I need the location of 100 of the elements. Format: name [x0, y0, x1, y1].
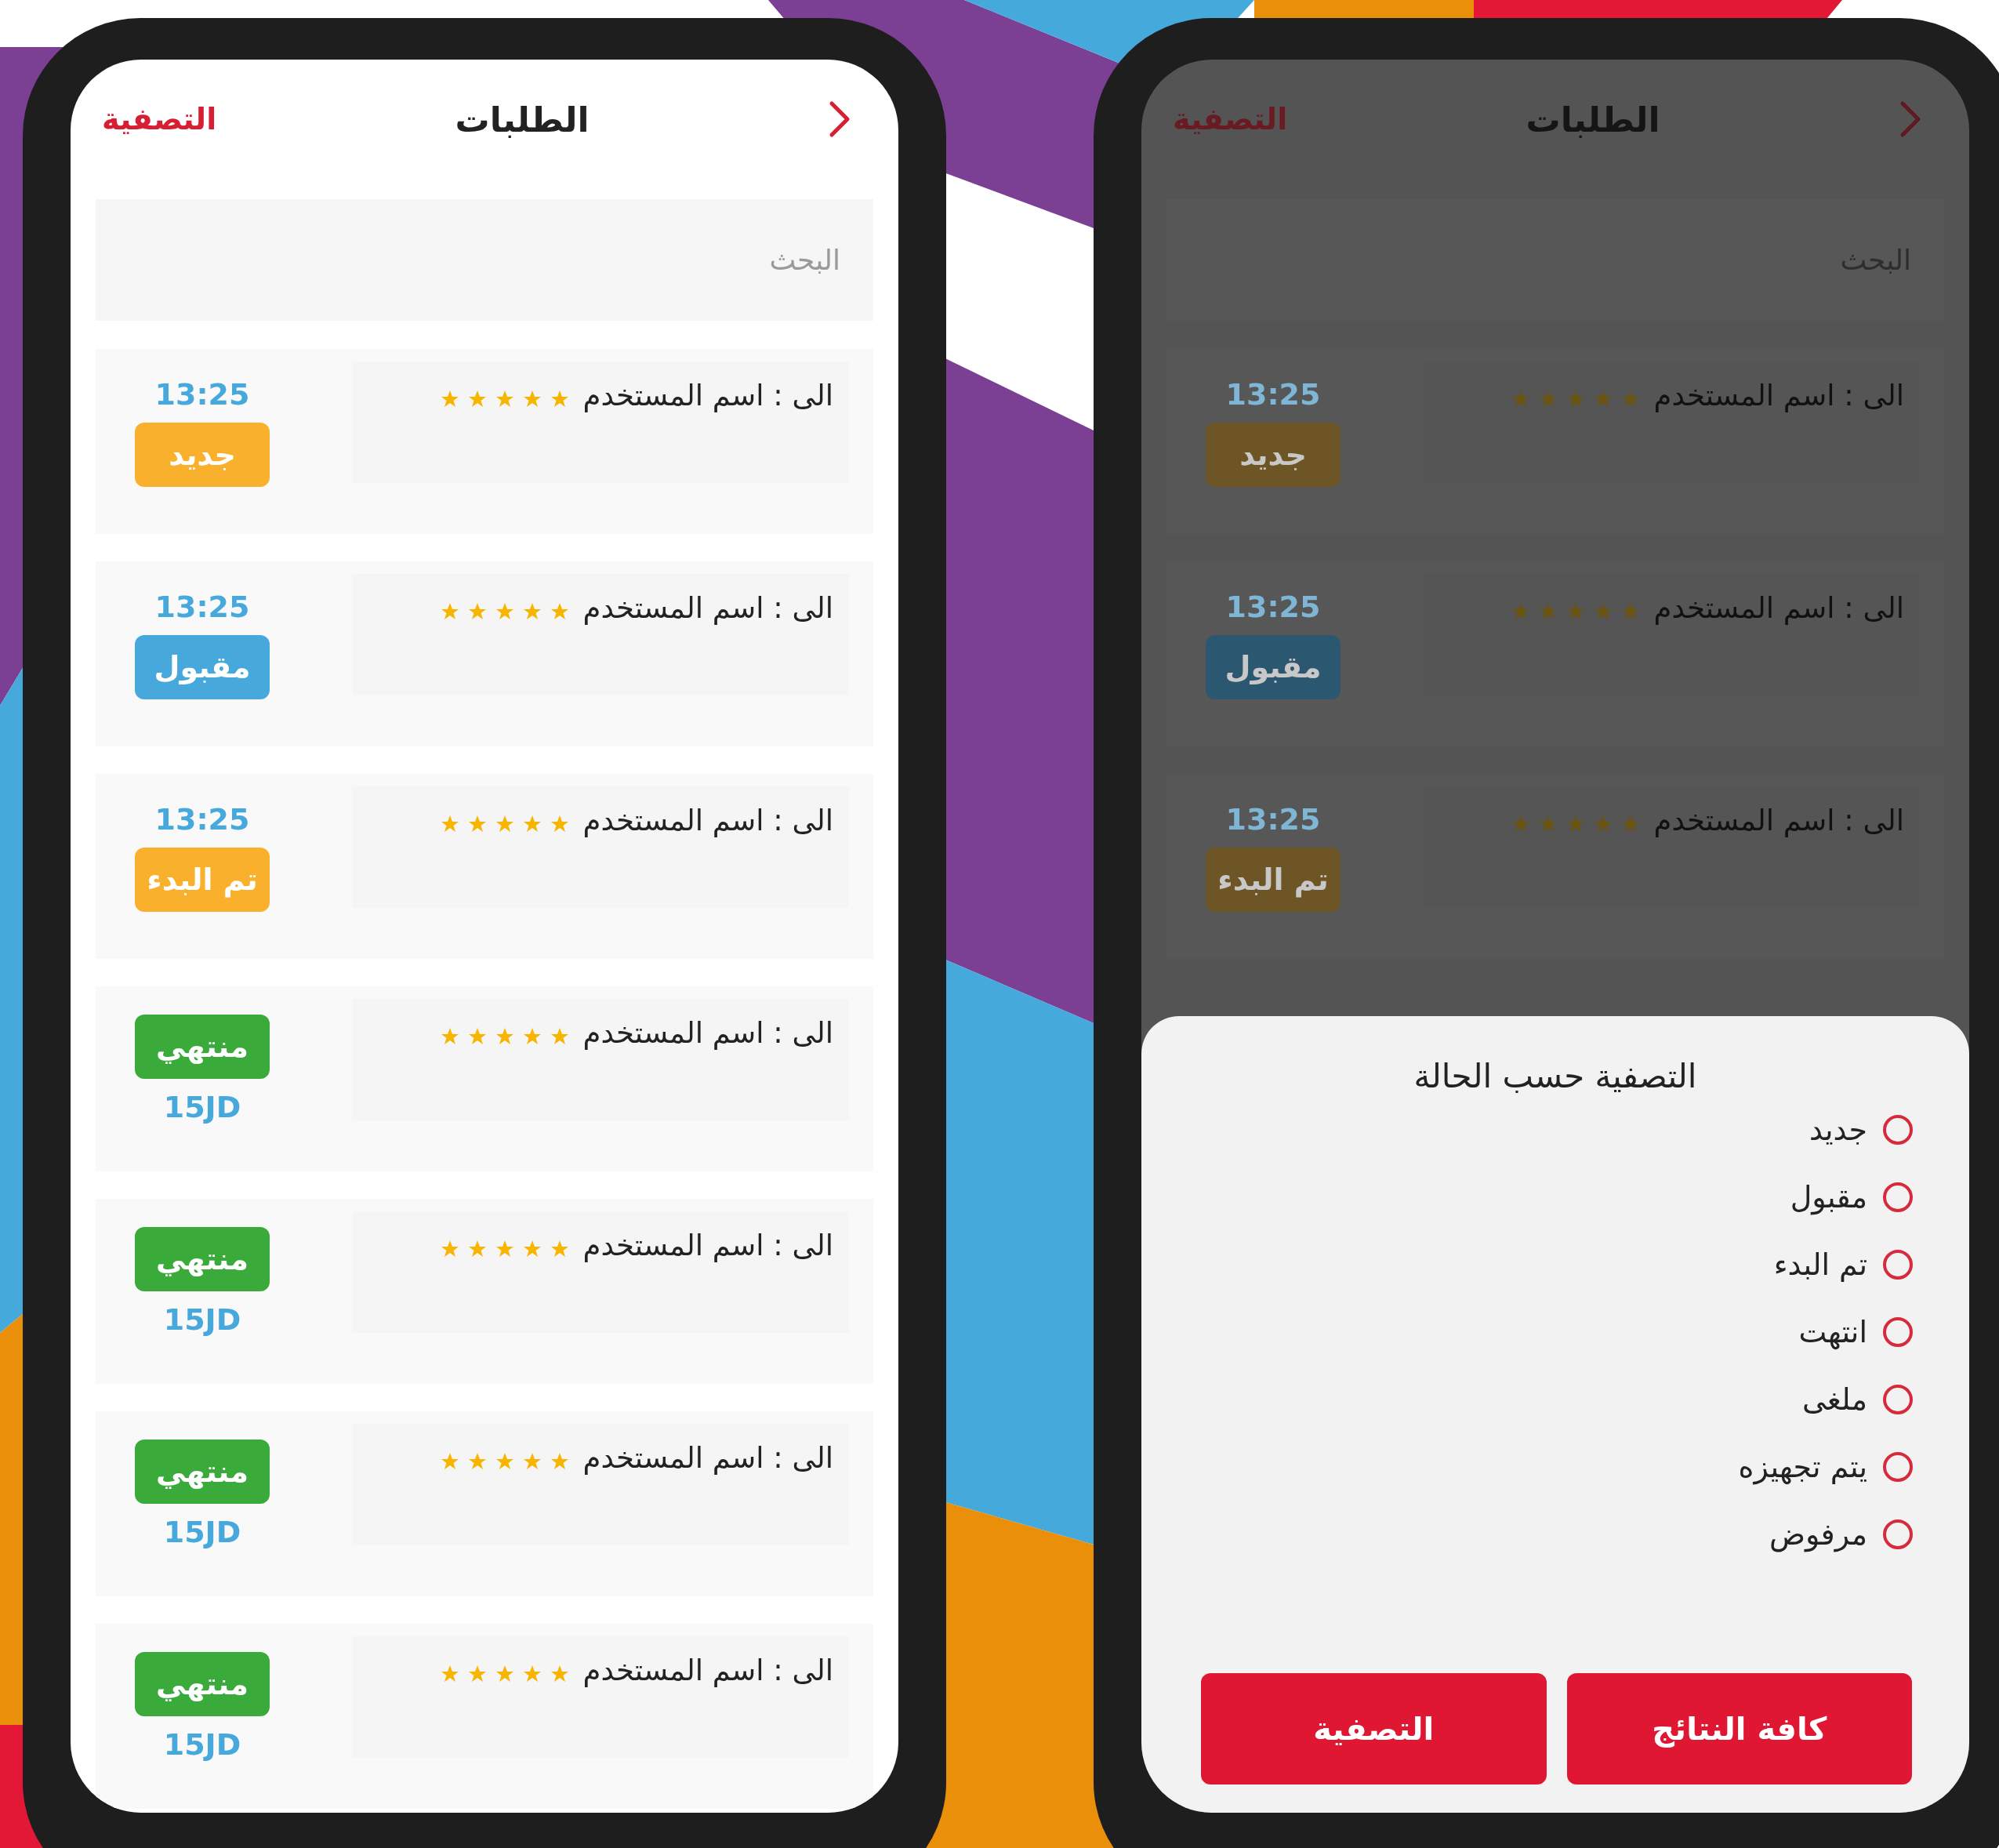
order-price: 15JD — [163, 1515, 241, 1549]
radio-button[interactable] — [1883, 1182, 1913, 1212]
star-icon — [550, 1240, 569, 1258]
order-time: 13:25 — [1225, 802, 1321, 837]
star-icon — [550, 815, 569, 833]
recipient-name: الى : اسم المستخدم — [1653, 804, 1904, 837]
star-icon — [467, 602, 487, 621]
status-option[interactable]: مرفوض — [1769, 1517, 1913, 1552]
star-icon — [495, 815, 514, 833]
star-icon — [440, 1665, 459, 1683]
status-badge: تم البدء — [1206, 848, 1341, 912]
back-icon[interactable] — [828, 99, 851, 140]
status-option[interactable]: مقبول — [1790, 1180, 1913, 1214]
star-icon — [1593, 602, 1613, 621]
star-icon — [522, 602, 542, 621]
star-icon — [1538, 602, 1558, 621]
star-icon — [522, 1240, 542, 1258]
star-icon — [467, 1240, 487, 1258]
star-icon — [1511, 390, 1530, 408]
star-icon — [1511, 602, 1530, 621]
order-price: 15JD — [163, 1727, 241, 1762]
radio-button[interactable] — [1883, 1519, 1913, 1549]
radio-button[interactable] — [1883, 1385, 1913, 1414]
star-icon — [550, 1452, 569, 1471]
star-icon — [550, 602, 569, 621]
star-icon — [522, 815, 542, 833]
status-badge: منتهي — [135, 1440, 270, 1504]
star-icon — [1593, 390, 1613, 408]
status-badge: تم البدء — [135, 848, 270, 912]
radio-button[interactable] — [1883, 1317, 1913, 1347]
recipient-name: الى : اسم المستخدم — [582, 591, 833, 625]
star-icon — [522, 1452, 542, 1471]
star-icon — [495, 602, 514, 621]
status-badge: مقبول — [1206, 635, 1341, 699]
status-badge: منتهي — [135, 1227, 270, 1291]
status-option[interactable]: ملغى — [1802, 1382, 1913, 1417]
order-time: 13:25 — [1225, 590, 1321, 624]
star-icon — [495, 1027, 514, 1046]
recipient-name: الى : اسم المستخدم — [582, 1654, 833, 1687]
order-price: 15JD — [163, 1302, 241, 1337]
status-badge: جديد — [135, 423, 270, 487]
star-icon — [1620, 815, 1640, 833]
star-icon — [1565, 390, 1585, 408]
status-option[interactable]: يتم تجهيزه — [1738, 1450, 1913, 1484]
order-time: 13:25 — [1225, 377, 1321, 412]
screen-title: الطلبات — [455, 99, 590, 140]
star-icon — [1538, 815, 1558, 833]
sheet-button[interactable]: كافة النتائج — [1566, 1673, 1912, 1784]
recipient-name: الى : اسم المستخدم — [1653, 591, 1904, 625]
star-icon — [522, 1027, 542, 1046]
recipient-name: الى : اسم المستخدم — [1653, 379, 1904, 412]
star-icon — [1620, 602, 1640, 621]
star-icon — [495, 1452, 514, 1471]
order-time: 13:25 — [154, 590, 250, 624]
star-icon — [467, 815, 487, 833]
star-icon — [550, 1027, 569, 1046]
screen-title: الطلبات — [1526, 99, 1660, 140]
star-icon — [1565, 815, 1585, 833]
recipient-name: الى : اسم المستخدم — [582, 1016, 833, 1050]
star-icon — [495, 1240, 514, 1258]
star-icon — [440, 1027, 459, 1046]
sheet-button[interactable]: التصفية — [1201, 1673, 1547, 1784]
star-icon — [440, 602, 459, 621]
recipient-name: الى : اسم المستخدم — [582, 379, 833, 412]
star-icon — [440, 390, 459, 408]
recipient-name: الى : اسم المستخدم — [582, 804, 833, 837]
star-icon — [522, 390, 542, 408]
status-badge: جديد — [1206, 423, 1341, 487]
star-icon — [495, 1665, 514, 1683]
star-icon — [467, 390, 487, 408]
star-icon — [440, 1240, 459, 1258]
order-time: 13:25 — [154, 377, 250, 412]
star-icon — [440, 815, 459, 833]
star-icon — [1565, 602, 1585, 621]
status-option[interactable]: انتهت — [1798, 1315, 1913, 1349]
star-icon — [1538, 390, 1558, 408]
star-icon — [467, 1665, 487, 1683]
star-icon — [550, 1665, 569, 1683]
status-option[interactable]: تم البدء — [1773, 1247, 1913, 1282]
sheet-title: التصفية حسب الحالة — [1413, 1057, 1697, 1095]
radio-button[interactable] — [1883, 1115, 1913, 1145]
star-icon — [1593, 815, 1613, 833]
star-icon — [440, 1452, 459, 1471]
star-icon — [550, 390, 569, 408]
radio-button[interactable] — [1883, 1250, 1913, 1280]
status-badge: منتهي — [135, 1652, 270, 1716]
filter-link[interactable]: التصفية — [102, 102, 217, 136]
radio-button[interactable] — [1883, 1452, 1913, 1482]
star-icon — [467, 1452, 487, 1471]
status-badge: منتهي — [135, 1015, 270, 1079]
star-icon — [1620, 390, 1640, 408]
star-icon — [522, 1665, 542, 1683]
status-option[interactable]: جديد — [1809, 1113, 1913, 1147]
order-time: 13:25 — [154, 802, 250, 837]
order-price: 15JD — [163, 1090, 241, 1124]
search-field[interactable]: البحث — [96, 199, 873, 321]
status-badge: مقبول — [135, 635, 270, 699]
recipient-name: الى : اسم المستخدم — [582, 1441, 833, 1475]
star-icon — [495, 390, 514, 408]
star-icon — [467, 1027, 487, 1046]
